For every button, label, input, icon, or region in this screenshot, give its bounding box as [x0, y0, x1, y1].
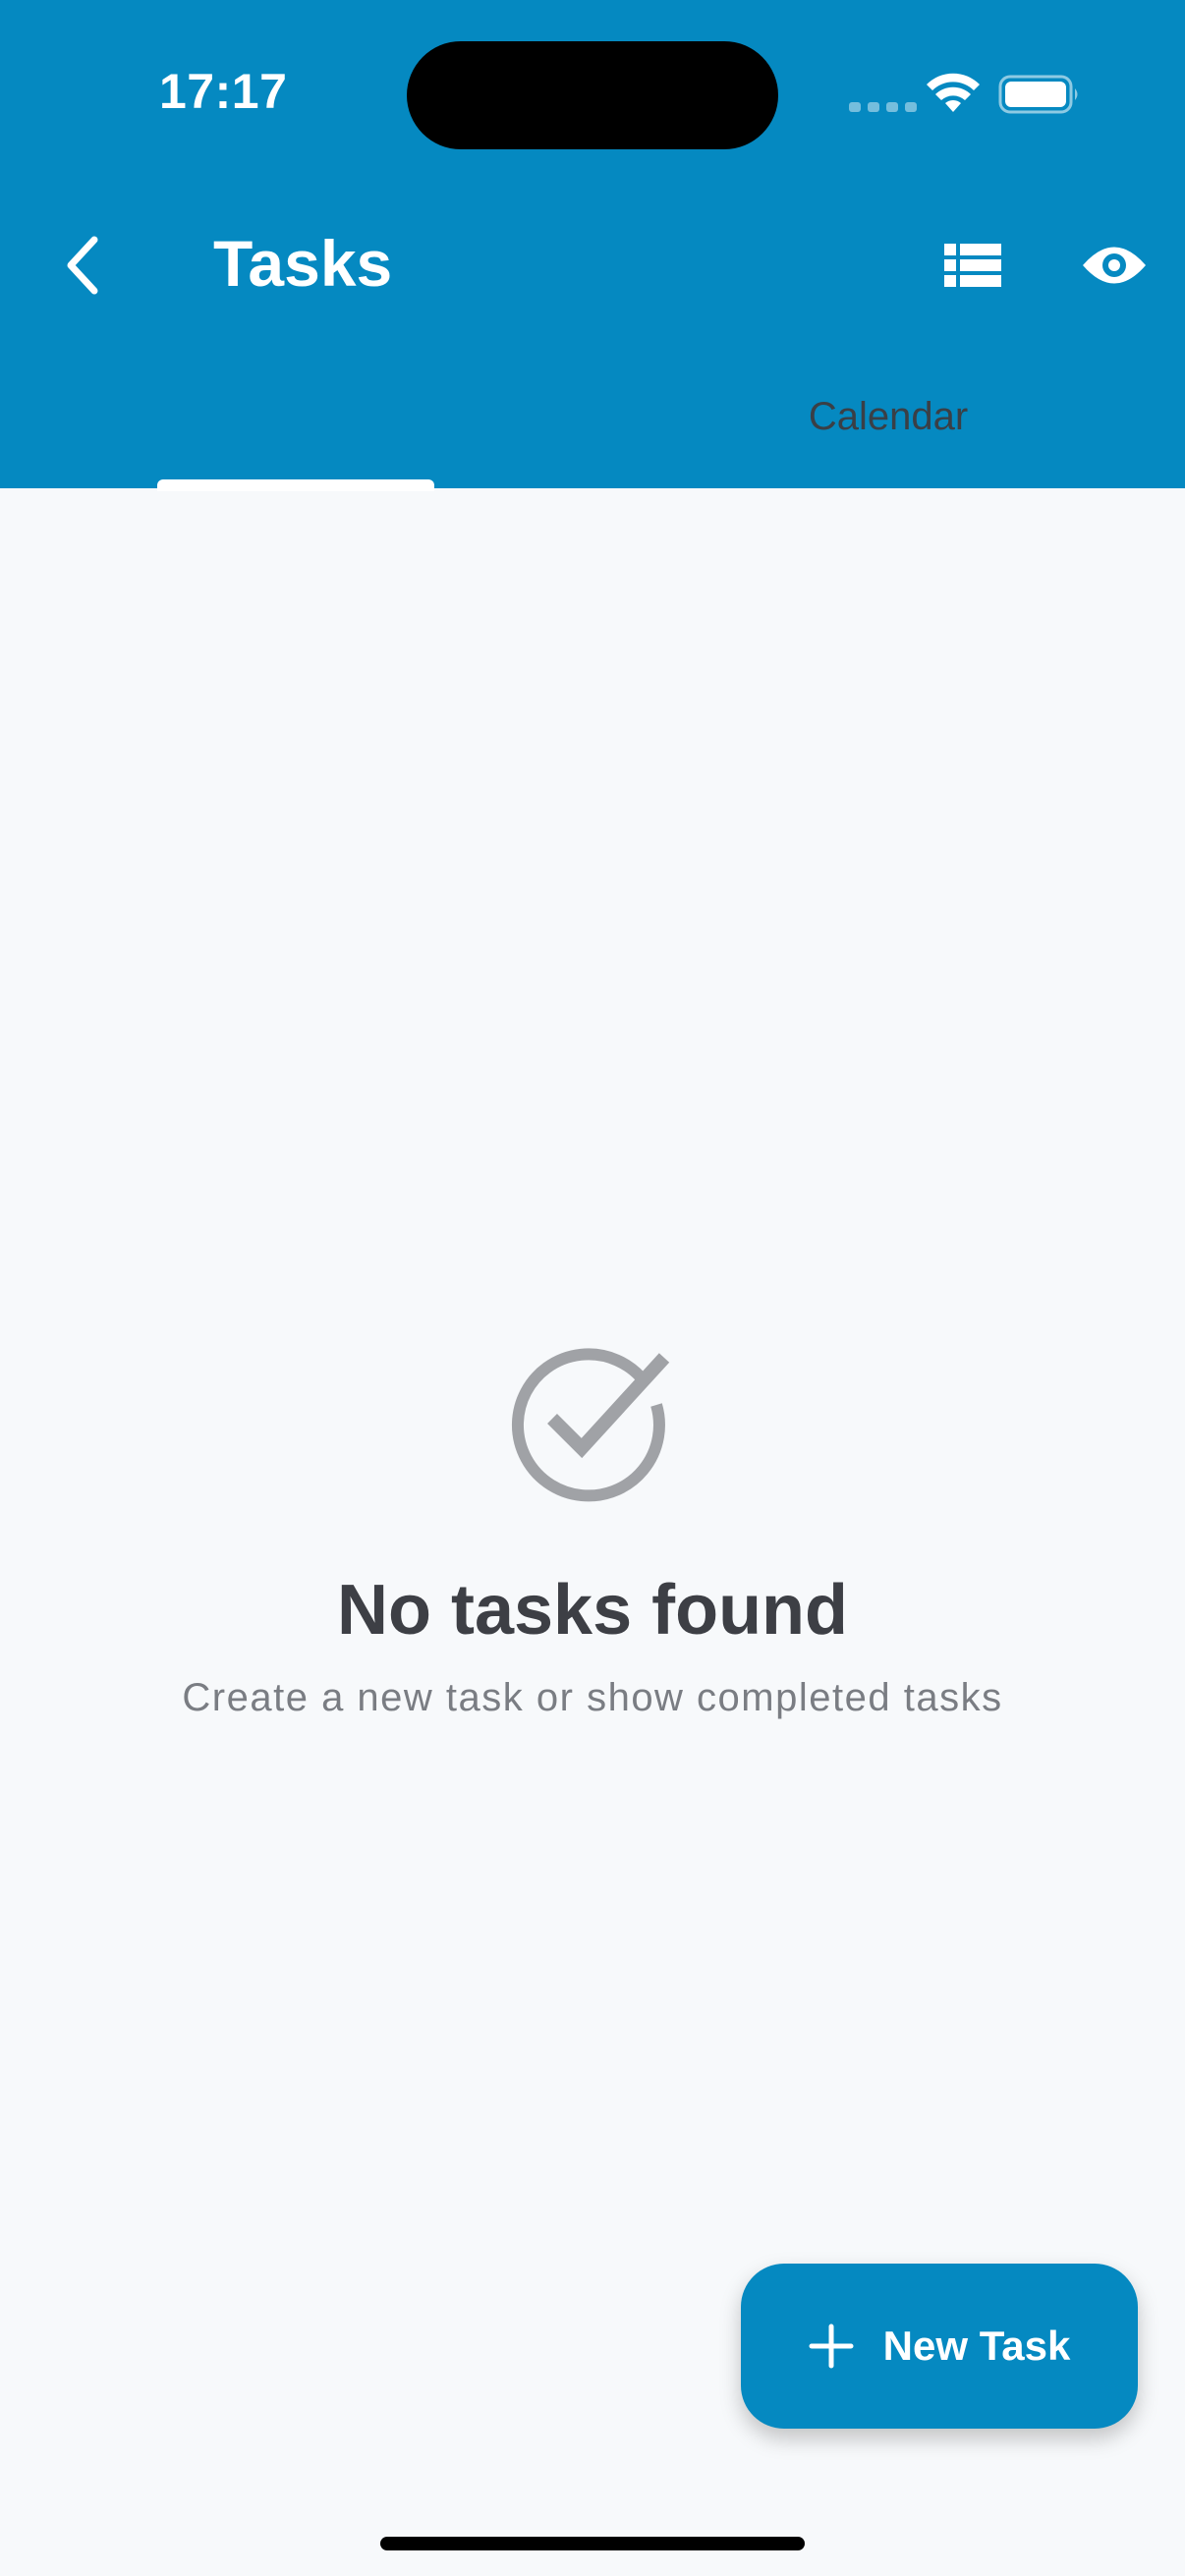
list-view-button[interactable]	[930, 222, 1016, 308]
eye-icon	[1083, 247, 1146, 284]
page-title: Tasks	[213, 227, 393, 300]
tab-calendar[interactable]: Calendar	[757, 381, 1020, 452]
empty-state-subtitle: Create a new task or show completed task…	[182, 1676, 1003, 1719]
new-task-label: New Task	[882, 2323, 1071, 2369]
cellular-signal-icon	[849, 102, 917, 112]
new-task-button[interactable]: New Task	[741, 2264, 1138, 2429]
battery-icon	[998, 75, 1078, 114]
chevron-left-icon	[67, 236, 98, 295]
status-time: 17:17	[159, 64, 288, 119]
check-circle-icon	[511, 1348, 670, 1502]
selected-tab-indicator	[157, 479, 434, 491]
app-header: 17:17 Tasks Calendar	[0, 0, 1185, 491]
dynamic-island	[407, 41, 778, 149]
back-button[interactable]	[45, 218, 120, 312]
plus-icon	[809, 2324, 854, 2369]
wifi-icon	[927, 73, 980, 112]
tasks-screen: 17:17 Tasks Calendar No tasks found Crea…	[0, 0, 1185, 2576]
tab-list[interactable]	[157, 381, 434, 452]
empty-state-title: No tasks found	[336, 1571, 849, 1650]
home-indicator	[380, 2537, 805, 2550]
list-icon	[944, 244, 1001, 287]
empty-state: No tasks found Create a new task or show…	[0, 1336, 1185, 1720]
show-completed-button[interactable]	[1071, 222, 1157, 308]
